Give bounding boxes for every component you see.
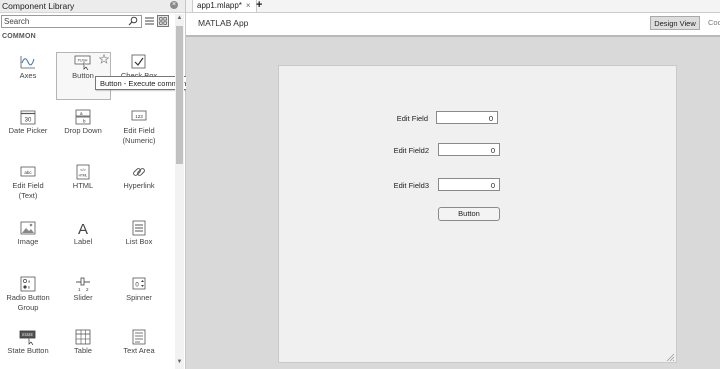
app-designer-workspace: app1.mlapp* × + MATLAB App Design View Co… (186, 0, 720, 369)
component-label: Table (74, 346, 92, 355)
svg-text:abc: abc (24, 170, 32, 175)
edit-field-label: Edit Field (396, 114, 428, 123)
edit-field-input[interactable]: 0 (436, 111, 498, 124)
component-label: Slider (73, 293, 93, 302)
image-icon (20, 221, 36, 235)
component-text-area[interactable]: Text Area (111, 329, 167, 356)
design-view-button[interactable]: Design View (650, 16, 700, 30)
scrollbar-thumb[interactable] (176, 26, 183, 164)
component-label: Axes (19, 71, 37, 80)
component-axes[interactable]: Axes (0, 54, 56, 81)
component-library-panel: Component Library × Search COMMON Axes P… (0, 0, 242, 369)
component-label: Radio Button Group (6, 293, 50, 312)
svg-text:STATE: STATE (22, 333, 33, 337)
svg-text:123: 123 (135, 114, 143, 119)
push-button-icon: PUSH (74, 55, 91, 70)
search-input[interactable]: Search (1, 15, 142, 28)
component-slider[interactable]: 1 2 Slider (55, 276, 111, 303)
component-spinner[interactable]: 0 Spinner (111, 276, 167, 303)
component-edit-field-numeric[interactable]: 123 Edit Field (Numeric) (111, 109, 167, 145)
dropdown-icon: a b (75, 109, 91, 125)
component-date-picker[interactable]: 30 Date Picker (0, 109, 56, 136)
tab-app1[interactable]: app1.mlapp* × (192, 0, 257, 12)
component-label: Label (73, 237, 93, 246)
edit-field3-label: Edit Field3 (393, 181, 429, 190)
edit-field2-input[interactable]: 0 (438, 143, 500, 156)
label-icon: A (78, 221, 88, 236)
component-state-button[interactable]: STATE State Button (0, 329, 56, 356)
section-common: COMMON (2, 33, 36, 40)
listbox-icon (132, 220, 146, 236)
new-tab-icon[interactable]: + (256, 0, 262, 11)
component-label: List Box (125, 237, 153, 246)
axes-icon (20, 56, 35, 69)
component-label: Edit Field (Text) (12, 181, 44, 200)
component-label: Text Area (123, 346, 155, 355)
tab-label: app1.mlapp* (197, 1, 242, 10)
library-header: Component Library × (0, 0, 185, 13)
svg-text:30: 30 (25, 118, 32, 124)
component-edit-field-text[interactable]: abc Edit Field (Text) (0, 164, 56, 200)
state-button-icon: STATE (19, 330, 36, 345)
component-label: Image (17, 237, 39, 246)
svg-text:2: 2 (86, 287, 89, 292)
component-table[interactable]: Table (55, 329, 111, 356)
link-icon (133, 168, 145, 176)
library-title: Component Library (2, 1, 75, 11)
component-label: Spinner (126, 293, 152, 302)
component-label: Hyperlink (123, 181, 155, 190)
tab-close-icon[interactable]: × (246, 1, 251, 10)
resize-grip-icon[interactable] (665, 352, 675, 362)
design-canvas: Edit Field 0 Edit Field2 0 Edit Field3 0… (186, 37, 720, 369)
app-figure[interactable]: Edit Field 0 Edit Field2 0 Edit Field3 0… (278, 65, 677, 363)
svg-text:PUSH: PUSH (78, 59, 88, 63)
component-list-box[interactable]: List Box (111, 220, 167, 247)
search-icon[interactable] (128, 16, 138, 26)
svg-text:HTML: HTML (79, 174, 88, 178)
slider-icon: 1 2 (76, 277, 90, 292)
svg-text:A: A (78, 221, 88, 236)
radio-group-icon: a b (20, 276, 36, 292)
text-area-icon (132, 329, 146, 345)
table-icon (75, 329, 91, 345)
list-view-icon[interactable] (144, 16, 155, 27)
figure-button[interactable]: Button (438, 207, 500, 221)
component-label: Edit Field (Numeric) (122, 126, 156, 145)
component-label: Drop Down (64, 126, 102, 135)
spinner-icon: 0 (132, 277, 146, 290)
scroll-down-arrow-icon[interactable]: ▼ (176, 359, 183, 366)
component-html[interactable]: </> HTML HTML (55, 164, 111, 191)
component-radio-button-group[interactable]: a b Radio Button Group (0, 276, 56, 312)
favorite-star-icon[interactable] (99, 54, 109, 64)
component-label: HTML (72, 181, 94, 190)
svg-text:</>: </> (80, 167, 86, 172)
app-title-bar: MATLAB App Design View Code View (186, 13, 720, 37)
code-view-button[interactable]: Code View (708, 16, 720, 30)
component-hyperlink[interactable]: Hyperlink (111, 164, 167, 191)
svg-text:1: 1 (78, 287, 81, 292)
document-tab-bar: app1.mlapp* × + (186, 0, 720, 13)
edit-field2-label: Edit Field2 (393, 146, 429, 155)
scroll-up-arrow-icon[interactable]: ▲ (176, 15, 183, 22)
search-row: Search (0, 14, 185, 30)
app-title: MATLAB App (198, 18, 249, 28)
component-drop-down[interactable]: a b Drop Down (55, 109, 111, 136)
text-field-icon: abc (20, 166, 36, 177)
grid-view-icon[interactable] (157, 15, 169, 27)
html-icon: </> HTML (76, 164, 90, 180)
component-label[interactable]: A Label (55, 220, 111, 247)
calendar-icon: 30 (20, 110, 36, 125)
close-library-icon[interactable]: × (170, 1, 178, 9)
numeric-field-icon: 123 (131, 110, 147, 121)
component-label: State Button (7, 346, 49, 355)
component-label: Date Picker (8, 126, 48, 135)
edit-field3-input[interactable]: 0 (438, 178, 500, 191)
component-image[interactable]: Image (0, 220, 56, 247)
checkbox-icon (131, 54, 146, 69)
